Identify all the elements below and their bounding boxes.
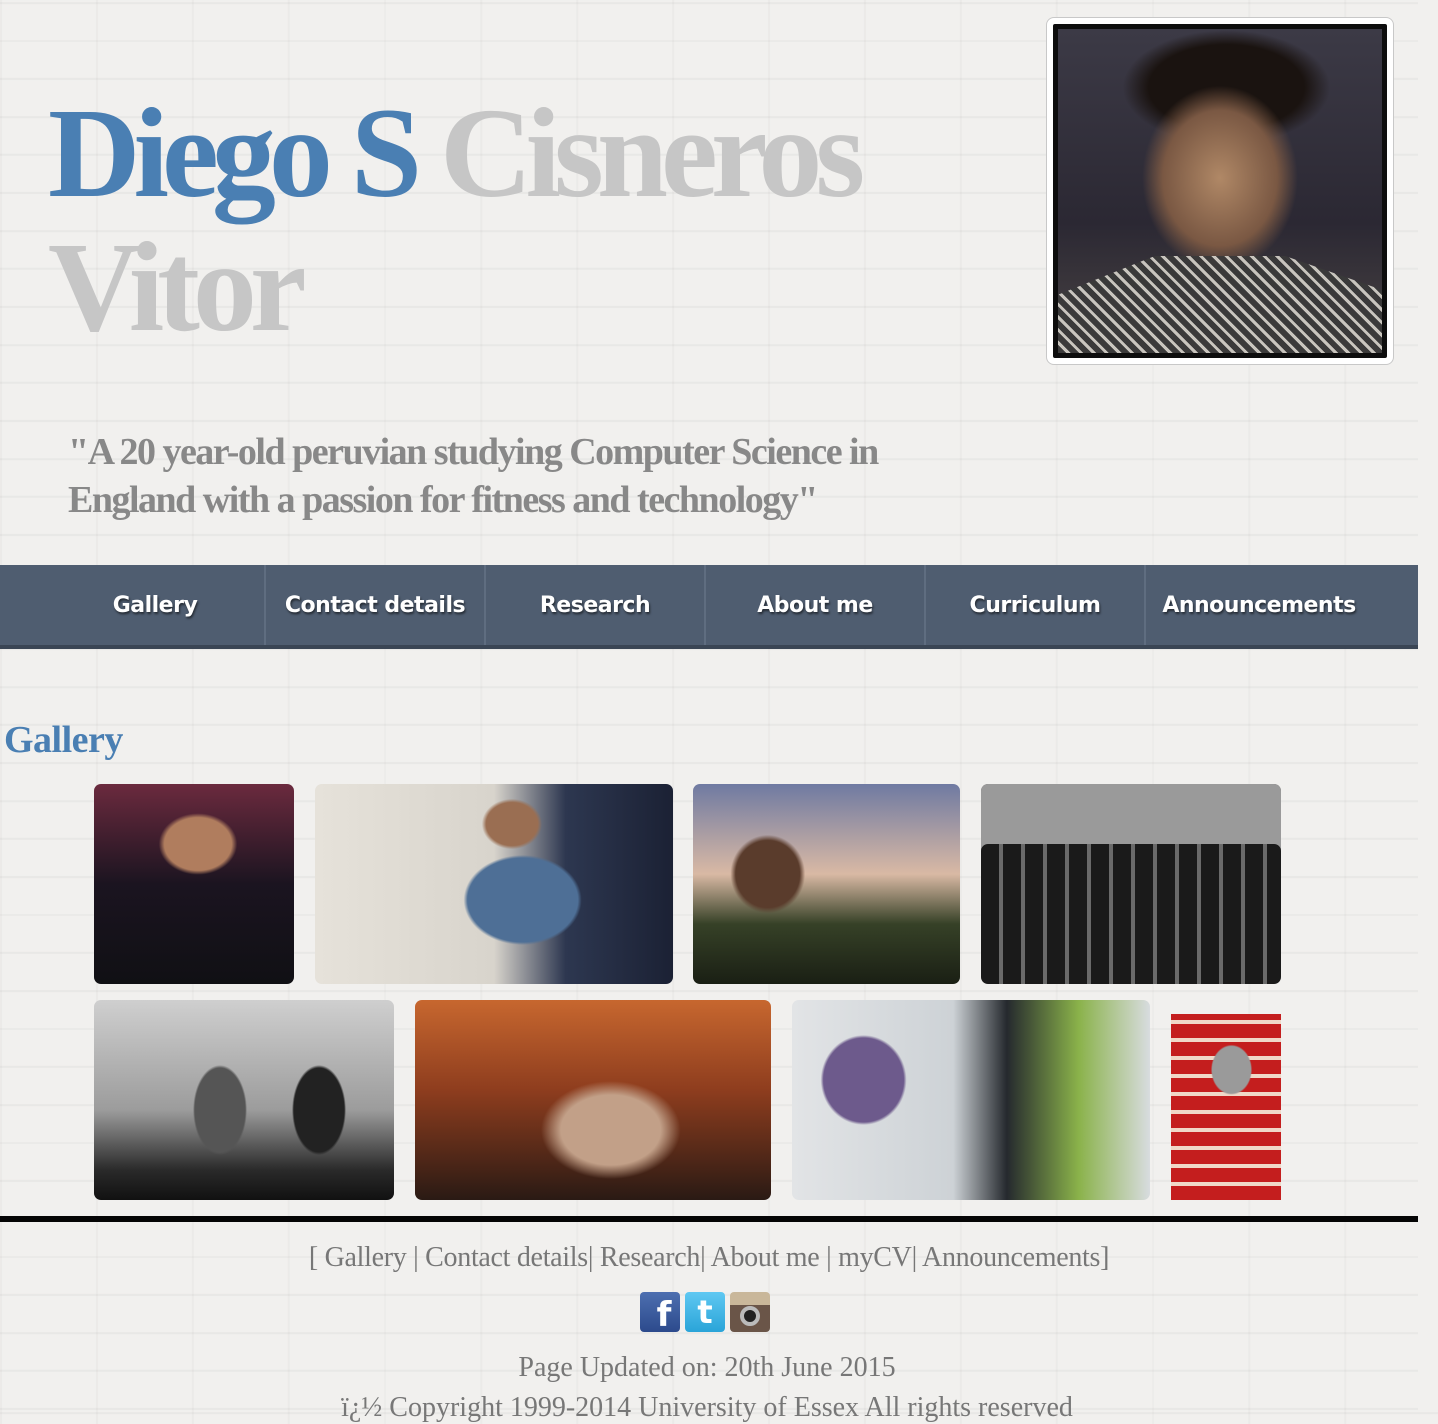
- gallery-photo-sparring[interactable]: [94, 1000, 394, 1200]
- nav-contact-details[interactable]: Contact details: [266, 565, 486, 645]
- tagline-quote: "A 20 year-old peruvian studying Compute…: [68, 431, 879, 521]
- gallery-photo-laptop-study[interactable]: [315, 784, 673, 984]
- name-first: Diego S: [48, 82, 422, 224]
- main-nav: Gallery Contact details Research About m…: [0, 565, 1418, 649]
- footer-link-announcements[interactable]: Announcements: [922, 1242, 1100, 1273]
- gallery-photo-outdoor-sunset[interactable]: [693, 784, 960, 984]
- page-edge: [1418, 0, 1438, 1410]
- footer-bracket-close: ]: [1100, 1242, 1110, 1273]
- footer-separator: |: [911, 1242, 918, 1273]
- instagram-icon[interactable]: [730, 1292, 770, 1332]
- footer-separator: |: [826, 1242, 832, 1273]
- gallery-photo-office[interactable]: [792, 1000, 1150, 1200]
- footer-bracket-open: [: [308, 1242, 318, 1273]
- copyright-text: ï¿½ Copyright 1999-2014 University of Es…: [341, 1392, 1073, 1423]
- gallery-heading: Gallery: [4, 719, 123, 761]
- page-title: Diego S Cisneros Vitor: [48, 86, 948, 354]
- nav-about-me[interactable]: About me: [706, 565, 926, 645]
- gallery-photo-red-wall[interactable]: [1171, 1014, 1281, 1200]
- nav-announcements[interactable]: Announcements: [1146, 565, 1372, 645]
- profile-photo: [1053, 24, 1387, 358]
- footer-separator: |: [413, 1242, 419, 1273]
- footer-link-about-me[interactable]: About me: [711, 1242, 820, 1273]
- footer-separator: |: [700, 1242, 706, 1273]
- footer-link-research[interactable]: Research: [600, 1242, 701, 1273]
- profile-photo-frame: [1046, 17, 1394, 365]
- twitter-icon[interactable]: t: [685, 1292, 725, 1332]
- footer-divider: [0, 1216, 1418, 1222]
- gallery-photo-restaurant-group[interactable]: [415, 1000, 771, 1200]
- page-updated-text: Page Updated on: 20th June 2015: [518, 1352, 896, 1383]
- nav-gallery[interactable]: Gallery: [0, 565, 266, 645]
- nav-research[interactable]: Research: [486, 565, 706, 645]
- footer-separator: |: [587, 1242, 594, 1273]
- footer-link-mycv[interactable]: myCV: [838, 1242, 912, 1273]
- nav-curriculum[interactable]: Curriculum: [926, 565, 1146, 645]
- gallery-photo-formal-event[interactable]: [94, 784, 294, 984]
- facebook-icon[interactable]: f: [640, 1292, 680, 1335]
- footer-link-contact-details[interactable]: Contact details: [425, 1242, 588, 1273]
- gallery-photo-boxing-team[interactable]: [981, 784, 1281, 984]
- social-links: f t: [640, 1292, 770, 1335]
- footer-link-gallery[interactable]: Gallery: [325, 1242, 407, 1273]
- footer-links: [ Gallery | Contact details| Research| A…: [0, 1242, 1418, 1274]
